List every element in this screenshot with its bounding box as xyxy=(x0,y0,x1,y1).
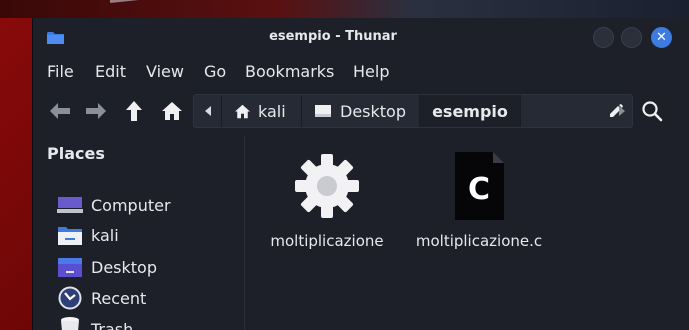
home-icon xyxy=(162,102,182,120)
file-name: moltiplicazione.c xyxy=(415,232,543,250)
menu-bookmarks[interactable]: Bookmarks xyxy=(245,62,334,81)
path-segment-kali[interactable]: kali xyxy=(222,95,302,127)
up-button[interactable] xyxy=(121,98,147,124)
up-arrow-icon xyxy=(126,101,142,121)
sidebar-item-trash[interactable]: Trash xyxy=(57,316,237,330)
sidebar-item-label: Desktop xyxy=(91,257,157,277)
title-bar[interactable]: esempio - Thunar ✕ xyxy=(33,18,689,56)
file-view[interactable]: moltiplicazione C moltiplicazione.c xyxy=(245,136,689,330)
back-button[interactable] xyxy=(47,98,73,124)
file-item[interactable]: moltiplicazione xyxy=(257,148,397,250)
path-scroll-left-button[interactable] xyxy=(194,95,222,127)
home-folder-icon xyxy=(58,227,82,245)
path-scroll-right-button[interactable] xyxy=(609,98,635,124)
forward-button[interactable] xyxy=(83,98,109,124)
c-letter: C xyxy=(468,172,490,207)
toolbar: kali Desktop esempio xyxy=(33,90,689,132)
path-bar: kali Desktop esempio xyxy=(193,94,633,128)
maximize-button[interactable] xyxy=(621,27,642,48)
desktop-icon xyxy=(315,105,331,117)
menu-go[interactable]: Go xyxy=(204,62,226,81)
chevron-right-icon xyxy=(619,106,625,116)
sidebar-item-label: kali xyxy=(91,225,119,245)
file-item[interactable]: C moltiplicazione.c xyxy=(409,148,549,250)
path-segment-label: Desktop xyxy=(340,101,406,121)
sidebar-item-desktop[interactable]: Desktop xyxy=(57,254,237,280)
sidebar-item-kali[interactable]: kali xyxy=(57,222,237,248)
search-button[interactable] xyxy=(639,98,665,124)
desktop-background xyxy=(0,0,689,18)
file-name: moltiplicazione xyxy=(270,232,384,250)
back-arrow-icon xyxy=(50,103,70,119)
sidebar-item-recent[interactable]: Recent xyxy=(57,285,237,311)
sidebar-item-computer[interactable]: Computer xyxy=(57,192,237,218)
menu-bar: File Edit View Go Bookmarks Help xyxy=(33,58,689,86)
menu-view[interactable]: View xyxy=(146,62,184,81)
minimize-button[interactable] xyxy=(593,27,614,48)
recent-icon xyxy=(58,286,82,310)
computer-icon xyxy=(57,197,83,213)
close-button[interactable]: ✕ xyxy=(651,27,672,48)
places-header: Places xyxy=(47,144,105,163)
thunar-window: esempio - Thunar ✕ File Edit View Go Boo… xyxy=(32,18,689,330)
menu-help[interactable]: Help xyxy=(353,62,389,81)
chevron-left-icon xyxy=(204,106,211,116)
sidebar-item-label: Computer xyxy=(91,195,171,215)
menu-edit[interactable]: Edit xyxy=(95,62,126,81)
sidebar-item-label: Trash xyxy=(91,319,134,330)
path-entry-field[interactable] xyxy=(521,95,601,127)
executable-gear-icon xyxy=(295,154,359,218)
desktop-folder-icon xyxy=(58,258,82,277)
menu-file[interactable]: File xyxy=(47,62,74,81)
home-button[interactable] xyxy=(159,98,185,124)
window-title: esempio - Thunar xyxy=(269,29,397,44)
path-segment-desktop[interactable]: Desktop xyxy=(302,95,420,127)
sidebar-item-label: Recent xyxy=(91,288,147,308)
c-source-file-icon: C xyxy=(455,152,504,220)
forward-arrow-icon xyxy=(86,103,106,119)
sidebar: Places Computer kali Desktop Recent Tras… xyxy=(33,136,245,330)
search-icon xyxy=(642,101,663,122)
path-segment-esempio[interactable]: esempio xyxy=(420,95,521,127)
trash-icon xyxy=(61,317,79,330)
path-segment-label: kali xyxy=(258,101,286,121)
home-icon xyxy=(235,104,250,118)
close-icon: ✕ xyxy=(656,30,667,45)
path-segment-label: esempio xyxy=(432,101,508,121)
